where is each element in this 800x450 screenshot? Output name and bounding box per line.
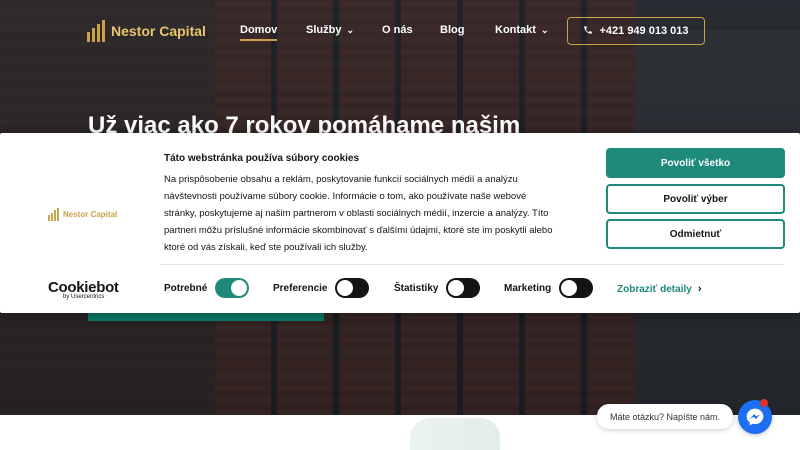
necessary-toggle-switch[interactable] bbox=[215, 278, 250, 298]
logo-bars-icon bbox=[48, 208, 59, 221]
chat-prompt-bubble[interactable]: Máte otázku? Napíšte nám. bbox=[597, 404, 733, 429]
allow-selection-button[interactable]: Povoliť výber bbox=[606, 184, 785, 214]
toggle-statistics: Štatistiky bbox=[394, 278, 481, 298]
toggle-necessary: Potrebné bbox=[164, 278, 250, 298]
nav-item-blog[interactable]: Blog bbox=[440, 24, 464, 36]
show-details-link[interactable]: Zobraziť detaily › bbox=[617, 283, 701, 295]
logo-text: Nestor Capital bbox=[111, 23, 206, 39]
toggle-marketing: Marketing bbox=[504, 278, 594, 298]
notification-dot bbox=[760, 399, 768, 407]
statistics-toggle-switch[interactable] bbox=[446, 278, 481, 298]
logo-bars-icon bbox=[87, 20, 105, 42]
cookie-banner-title: Táto webstránka používa súbory cookies bbox=[164, 153, 360, 164]
chevron-down-icon: ⌄ bbox=[346, 25, 354, 35]
nav-item-o-nas[interactable]: O nás bbox=[382, 24, 413, 36]
chevron-down-icon: ⌄ bbox=[540, 25, 549, 35]
divider bbox=[160, 264, 784, 265]
toggle-preferences: Preferencie bbox=[273, 278, 370, 298]
nav-item-domov[interactable]: Domov bbox=[240, 24, 278, 41]
deny-button[interactable]: Odmietnuť bbox=[606, 219, 785, 249]
marketing-toggle-switch[interactable] bbox=[559, 278, 594, 298]
cookiebot-logo[interactable]: Cookiebot by Usercentrics bbox=[48, 279, 119, 300]
chevron-right-icon: › bbox=[697, 283, 702, 295]
cookie-banner-logo: Nestor Capital bbox=[48, 208, 117, 221]
phone-icon bbox=[583, 25, 593, 38]
site-logo[interactable]: Nestor Capital bbox=[87, 20, 206, 42]
nav-item-kontakt[interactable]: Kontakt ⌄ bbox=[495, 24, 549, 36]
nav-item-sluzby[interactable]: Služby ⌄ bbox=[306, 24, 354, 36]
cookie-banner: Nestor Capital Táto webstránka používa s… bbox=[0, 133, 800, 313]
allow-all-button[interactable]: Povoliť všetko bbox=[606, 148, 785, 178]
cookie-banner-text: Na prispôsobenie obsahu a reklám, poskyt… bbox=[164, 174, 553, 253]
preferences-toggle-switch[interactable] bbox=[335, 278, 370, 298]
phone-button[interactable]: +421 949 013 013 bbox=[567, 17, 705, 45]
decorative-shape bbox=[410, 418, 500, 450]
